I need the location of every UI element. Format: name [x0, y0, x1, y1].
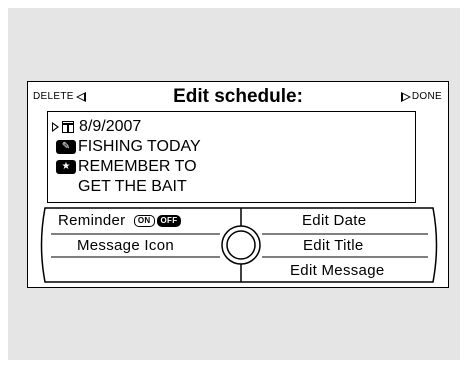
- schedule-entry: 8/9/2007 ✎ FISHING TODAY ★ REMEMBER TO G…: [47, 111, 416, 203]
- done-arrow-icon: [400, 91, 411, 102]
- done-button[interactable]: DONE: [400, 91, 442, 102]
- reminder-off-switch[interactable]: OFF: [156, 215, 182, 227]
- entry-date: 8/9/2007: [79, 118, 142, 135]
- title-line: ✎ FISHING TODAY: [56, 137, 201, 157]
- edit-date-button[interactable]: Edit Date: [302, 212, 366, 229]
- entry-message-1: REMEMBER TO: [78, 158, 197, 175]
- entry-title: FISHING TODAY: [78, 138, 201, 155]
- control-panel: Reminder ON OFF Message Icon Edit Date Ed…: [37, 207, 441, 283]
- date-line[interactable]: 8/9/2007: [52, 117, 141, 137]
- edit-message-button[interactable]: Edit Message: [290, 262, 384, 279]
- reminder-toggle[interactable]: Reminder ON OFF: [58, 212, 182, 229]
- reminder-on-switch[interactable]: ON: [133, 215, 155, 227]
- edit-title-button[interactable]: Edit Title: [303, 237, 364, 254]
- message-icon: ✎: [56, 140, 76, 154]
- calendar-icon: [62, 121, 74, 133]
- edit-schedule-screen: DELETE Edit schedule: DONE 8/9/2007 ✎ FI…: [27, 81, 449, 288]
- page-title: Edit schedule:: [173, 86, 303, 107]
- done-label: DONE: [411, 91, 442, 102]
- cursor-icon: [52, 122, 59, 132]
- entry-message-2: GET THE BAIT: [78, 178, 187, 195]
- message-line-1: ★ REMEMBER TO: [56, 157, 197, 177]
- message-icon-button[interactable]: Message Icon: [77, 237, 174, 254]
- message-line-2: GET THE BAIT: [78, 177, 187, 197]
- reminder-label: Reminder: [58, 212, 126, 229]
- star-icon: ★: [56, 160, 76, 174]
